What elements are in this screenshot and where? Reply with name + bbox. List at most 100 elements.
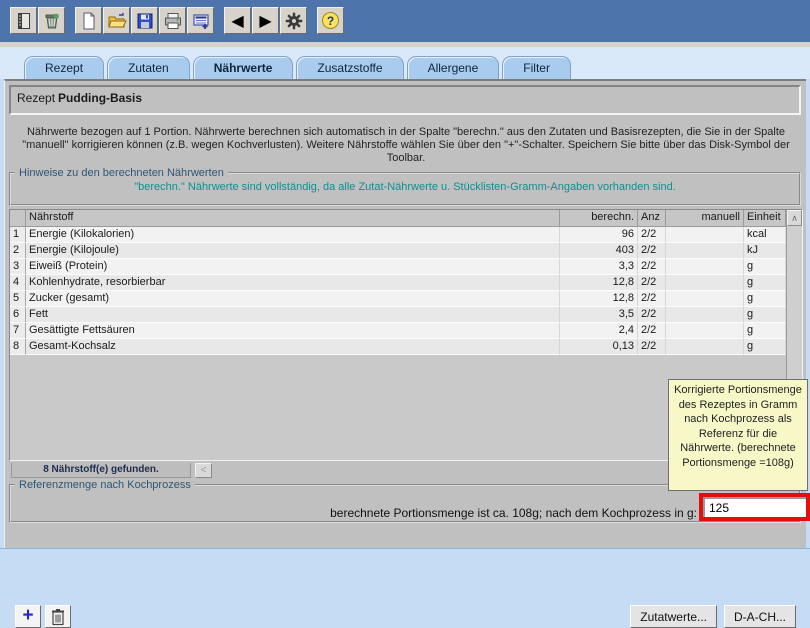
dach-button[interactable]: D-A-CH...	[724, 605, 796, 628]
recipe-label: Rezept	[17, 91, 55, 105]
hints-message: "berechn." Nährwerte sind vollständig, d…	[11, 181, 799, 193]
cell-calculated: 0,13	[560, 339, 638, 355]
tab-zusatzstoffe[interactable]: Zusatzstoffe	[296, 56, 403, 79]
cell-count: 2/2	[638, 275, 666, 291]
tab-rezept[interactable]: Rezept	[24, 56, 104, 79]
cell-rownum: 5	[10, 291, 26, 307]
header-rownum	[10, 210, 26, 227]
trash-icon	[50, 608, 66, 626]
recipe-name: Pudding-Basis	[58, 91, 142, 105]
back-icon: ◀	[231, 13, 243, 29]
calculator-add-icon	[191, 11, 211, 31]
print-button[interactable]	[159, 7, 186, 34]
cell-nutrient: Kohlenhydrate, resorbierbar	[26, 275, 560, 291]
intro-text: Nährwerte bezogen auf 1 Portion. Nährwer…	[19, 126, 793, 165]
settings-button[interactable]	[280, 7, 307, 34]
footer-left-buttons: +	[15, 605, 75, 628]
save-button[interactable]	[131, 7, 158, 34]
scroll-up-icon[interactable]: ∧	[787, 210, 802, 226]
header-count[interactable]: Anz	[638, 210, 666, 227]
cell-rownum: 1	[10, 227, 26, 243]
red-highlight-annotation	[699, 493, 810, 521]
cell-unit: g	[744, 291, 786, 307]
cell-nutrient: Fett	[26, 307, 560, 323]
hints-groupbox: Hinweise zu den berechneten Nährwerten "…	[9, 167, 801, 206]
cell-rownum: 4	[10, 275, 26, 291]
header-manual[interactable]: manuell	[666, 210, 744, 227]
cell-count: 2/2	[638, 339, 666, 355]
tab-naehrwerte[interactable]: Nährwerte	[193, 56, 294, 79]
recipe-header: RezeptPudding-Basis	[9, 85, 801, 115]
open-folder-icon	[107, 11, 127, 31]
footer-right-buttons: Zutatwerte... D-A-CH...	[623, 605, 796, 628]
cell-rownum: 2	[10, 243, 26, 259]
cell-count: 2/2	[638, 291, 666, 307]
cell-nutrient: Zucker (gesamt)	[26, 291, 560, 307]
cell-rownum: 3	[10, 259, 26, 275]
table-row[interactable]: 8 Gesamt-Kochsalz 0,13 2/2 g	[10, 339, 786, 355]
add-nutrient-button[interactable]: +	[15, 605, 41, 628]
print-icon	[163, 11, 183, 31]
cell-unit: kcal	[744, 227, 786, 243]
cell-rownum: 8	[10, 339, 26, 355]
open-folder-button[interactable]	[103, 7, 130, 34]
cell-count: 2/2	[638, 323, 666, 339]
table-body: 1 Energie (Kilokalorien) 96 2/2 kcal 2 E…	[10, 227, 786, 355]
toolbar: ◀ ▶ ?	[10, 7, 345, 34]
calculator-add-button[interactable]	[187, 7, 214, 34]
cell-calculated: 403	[560, 243, 638, 259]
table-row[interactable]: 7 Gesättigte Fettsäuren 2,4 2/2 g	[10, 323, 786, 339]
cell-manual	[666, 227, 744, 243]
tab-allergene[interactable]: Allergene	[407, 56, 500, 79]
cell-unit: g	[744, 339, 786, 355]
recycle-bin-button[interactable]	[38, 7, 65, 34]
cell-calculated: 2,4	[560, 323, 638, 339]
back-button[interactable]: ◀	[224, 7, 251, 34]
delete-nutrient-button[interactable]	[45, 605, 71, 628]
cell-calculated: 3,5	[560, 307, 638, 323]
forward-button[interactable]: ▶	[252, 7, 279, 34]
pager-left-button[interactable]: <	[195, 463, 212, 478]
table-row[interactable]: 6 Fett 3,5 2/2 g	[10, 307, 786, 323]
header-unit[interactable]: Einheit	[744, 210, 786, 227]
cell-nutrient: Gesättigte Fettsäuren	[26, 323, 560, 339]
cell-count: 2/2	[638, 227, 666, 243]
portion-after-cooking-input[interactable]	[703, 497, 806, 517]
table-row[interactable]: 1 Energie (Kilokalorien) 96 2/2 kcal	[10, 227, 786, 243]
header-calculated[interactable]: berechn.	[560, 210, 638, 227]
table-row[interactable]: 4 Kohlenhydrate, resorbierbar 12,8 2/2 g	[10, 275, 786, 291]
title-banner: ◀ ▶ ?	[0, 0, 810, 42]
gear-icon	[284, 11, 304, 31]
cell-calculated: 12,8	[560, 291, 638, 307]
cell-unit: kJ	[744, 243, 786, 259]
cell-manual	[666, 259, 744, 275]
help-icon: ?	[322, 12, 339, 29]
header-nutrient[interactable]: Nährstoff	[26, 210, 560, 227]
recycle-bin-icon	[42, 11, 62, 31]
new-document-icon	[79, 11, 99, 31]
cell-count: 2/2	[638, 259, 666, 275]
cell-manual	[666, 275, 744, 291]
forward-icon: ▶	[259, 13, 271, 29]
cell-unit: g	[744, 259, 786, 275]
table-row[interactable]: 3 Eiweiß (Protein) 3,3 2/2 g	[10, 259, 786, 275]
table-row[interactable]: 2 Energie (Kilojoule) 403 2/2 kJ	[10, 243, 786, 259]
tab-zutaten[interactable]: Zutaten	[107, 56, 190, 79]
new-document-button[interactable]	[75, 7, 102, 34]
help-button[interactable]: ?	[317, 7, 344, 34]
cell-nutrient: Eiweiß (Protein)	[26, 259, 560, 275]
cell-unit: g	[744, 323, 786, 339]
reference-legend: Referenzmenge nach Kochprozess	[15, 479, 195, 491]
cell-manual	[666, 243, 744, 259]
tab-strip: Rezept Zutaten Nährwerte Zusatzstoffe Al…	[0, 47, 810, 79]
zutatwerte-button[interactable]: Zutatwerte...	[630, 605, 717, 628]
cell-count: 2/2	[638, 243, 666, 259]
cell-calculated: 3,3	[560, 259, 638, 275]
tab-filter[interactable]: Filter	[502, 56, 571, 79]
notebook-icon	[14, 11, 34, 31]
notebook-button[interactable]	[10, 7, 37, 34]
table-row[interactable]: 5 Zucker (gesamt) 12,8 2/2 g	[10, 291, 786, 307]
cell-unit: g	[744, 275, 786, 291]
tooltip: Korrigierte Portionsmenge des Rezeptes i…	[668, 379, 808, 491]
cell-manual	[666, 291, 744, 307]
